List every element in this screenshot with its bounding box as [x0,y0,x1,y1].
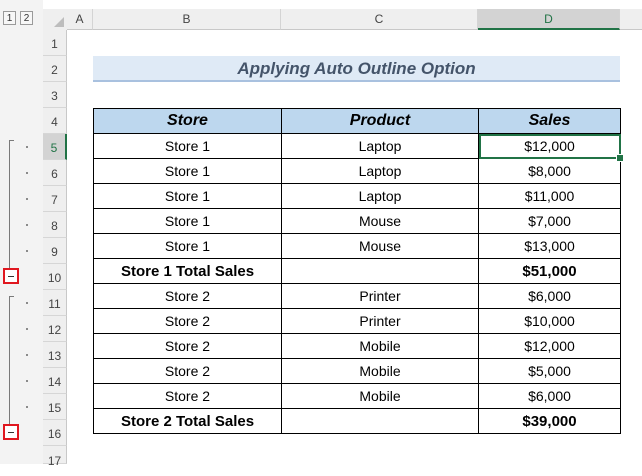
outline-dot [26,354,28,356]
row-header-9[interactable]: 9 [43,238,67,264]
table-row: Store 2 Printer $6,000 [93,283,621,309]
header-sales[interactable]: Sales [478,108,621,134]
cell-sales[interactable]: $6,000 [478,383,621,409]
row-header-2[interactable]: 2 [43,56,67,82]
select-all-button[interactable] [43,9,68,31]
row-header-17[interactable]: 17 [43,446,67,468]
cell-product[interactable]: Mobile [281,333,479,359]
cell-product[interactable]: Mobile [281,358,479,384]
table-header-row: Store Product Sales [93,108,621,134]
table-row: Store 1 Mouse $7,000 [93,208,621,234]
row-header-16[interactable]: 16 [43,420,67,446]
cell-sales[interactable]: $5,000 [478,358,621,384]
column-header-d[interactable]: D [478,9,620,30]
table-row: Store 1 Laptop $11,000 [93,183,621,209]
total-value[interactable]: $39,000 [478,408,621,434]
cell-sales[interactable]: $12,000 [478,333,621,359]
outline-dot [26,146,28,148]
table-row: Store 1 Mouse $13,000 [93,233,621,259]
outline-dot [26,250,28,252]
sheet-title[interactable]: Applying Auto Outline Option [93,56,620,82]
total-label[interactable]: Store 1 Total Sales [93,258,282,284]
cell-store[interactable]: Store 2 [93,383,282,409]
outline-level-2-button[interactable]: 2 [20,11,33,25]
data-table: Store Product Sales Store 1 Laptop $12,000… [93,108,624,434]
cell-product[interactable]: Printer [281,283,479,309]
row-header-15[interactable]: 15 [43,394,67,420]
row-header-8[interactable]: 8 [43,212,67,238]
column-header-c[interactable]: C [281,9,478,30]
outline-dot [26,198,28,200]
row-header-14[interactable]: 14 [43,368,67,394]
table-row: Store 2 Mobile $5,000 [93,358,621,384]
total-label[interactable]: Store 2 Total Sales [93,408,282,434]
selected-cell[interactable]: $12,000 [478,133,624,162]
total-row: Store 2 Total Sales $39,000 [93,408,621,434]
cell-store[interactable]: Store 2 [93,308,282,334]
collapse-group-1-button[interactable] [3,268,19,284]
row-header-5[interactable]: 5 [43,134,67,160]
outline-dot [26,302,28,304]
outline-gutter: 1 2 [0,0,44,464]
selected-cell-value: $12,000 [524,138,575,154]
header-product[interactable]: Product [281,108,479,134]
table-row: Store 2 Mobile $6,000 [93,383,621,409]
row-header-3[interactable]: 3 [43,82,67,108]
top-band [43,0,642,9]
cell-store[interactable]: Store 1 [93,133,282,159]
cell-sales[interactable]: $10,000 [478,308,621,334]
total-row: Store 1 Total Sales $51,000 [93,258,621,284]
cell-store[interactable]: Store 1 [93,208,282,234]
outline-dot [26,172,28,174]
cell-store[interactable]: Store 2 [93,333,282,359]
cell-sales[interactable]: $11,000 [478,183,621,209]
row-header-11[interactable]: 11 [43,290,67,316]
fill-handle[interactable] [616,154,624,162]
row-header-6[interactable]: 6 [43,160,67,186]
cell-sales[interactable]: $6,000 [478,283,621,309]
cell-product[interactable]: Printer [281,308,479,334]
total-empty-cell[interactable] [281,258,479,284]
row-header-4[interactable]: 4 [43,108,67,134]
table-row: Store 1 Laptop $8,000 [93,158,621,184]
cell-sales[interactable]: $8,000 [478,158,621,184]
outline-dot [26,406,28,408]
cell-store[interactable]: Store 2 [93,283,282,309]
header-store[interactable]: Store [93,108,282,134]
cell-sales[interactable]: $13,000 [478,233,621,259]
row-header-10[interactable]: 10 [43,264,67,290]
row-header-13[interactable]: 13 [43,342,67,368]
row-header-12[interactable]: 12 [43,316,67,342]
cell-store[interactable]: Store 1 [93,183,282,209]
collapse-group-2-button[interactable] [3,424,19,440]
cell-sales[interactable]: $7,000 [478,208,621,234]
cell-product[interactable]: Laptop [281,133,479,159]
row-header-1[interactable]: 1 [43,30,67,56]
outline-dot [26,328,28,330]
table-row: Store 1 Laptop $12,000 [93,133,624,162]
cell-product[interactable]: Mouse [281,233,479,259]
table-row: Store 2 Mobile $12,000 [93,333,621,359]
column-header-e[interactable] [620,9,642,30]
outline-dot [26,224,28,226]
total-empty-cell[interactable] [281,408,479,434]
cell-store[interactable]: Store 1 [93,233,282,259]
cell-product[interactable]: Mobile [281,383,479,409]
cell-product[interactable]: Mouse [281,208,479,234]
outline-level-1-button[interactable]: 1 [3,11,16,25]
cell-product[interactable]: Laptop [281,183,479,209]
cell-store[interactable]: Store 2 [93,358,282,384]
outline-bracket-line [9,140,10,268]
outline-dot [26,380,28,382]
column-header-a[interactable]: A [67,9,93,30]
cell-store[interactable]: Store 1 [93,158,282,184]
table-row: Store 2 Printer $10,000 [93,308,621,334]
outline-bracket-line [9,296,10,424]
column-header-b[interactable]: B [93,9,281,30]
total-value[interactable]: $51,000 [478,258,621,284]
cell-product[interactable]: Laptop [281,158,479,184]
row-header-7[interactable]: 7 [43,186,67,212]
